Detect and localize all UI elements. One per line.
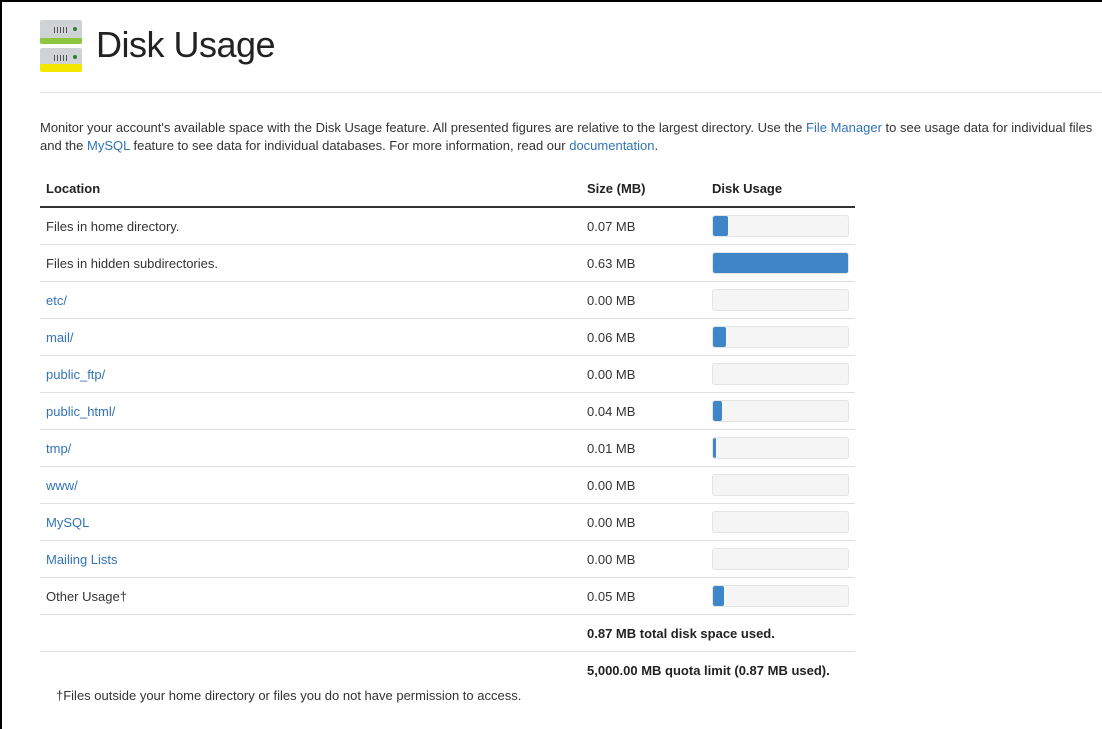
location-link[interactable]: public_ftp/ [46,367,105,382]
location-link[interactable]: tmp/ [46,441,71,456]
usage-bar [712,585,849,607]
usage-bar-fill [713,327,726,347]
table-row: Files in hidden subdirectories. 0.63 MB [40,245,855,282]
location-cell: Files in home directory. [40,219,581,234]
table-body: Files in home directory. 0.07 MB Files in … [40,208,855,615]
quota-limit-text: 5,000.00 MB quota limit (0.87 MB used). [587,662,830,678]
usage-cell [707,400,855,422]
usage-cell [707,215,855,237]
page-title: Disk Usage [96,24,276,65]
size-cell: 0.63 MB [587,255,636,271]
size-cell: 0.04 MB [587,403,636,419]
usage-cell [707,585,855,607]
usage-cell [707,363,855,385]
size-cell: 0.00 MB [587,477,636,493]
server-disk-icon [40,16,82,74]
location-cell: www/ [40,478,581,493]
location-cell: public_ftp/ [40,367,581,382]
usage-cell [707,474,855,496]
table-row: public_ftp/0.00 MB [40,356,855,393]
table-row: etc/0.00 MB [40,282,855,319]
documentation-link[interactable]: documentation [569,138,654,153]
size-cell: 0.00 MB [587,514,636,530]
usage-bar-fill [713,216,728,236]
usage-bar [712,548,849,570]
location-cell: MySQL [40,515,581,530]
size-cell: 0.05 MB [587,588,636,604]
location-cell: public_html/ [40,404,581,419]
usage-bar-fill [713,438,716,458]
location-link[interactable]: www/ [46,478,78,493]
header-size[interactable]: Size (MB) [581,181,707,196]
header-disk-usage: Disk Usage [712,180,783,196]
location-label: Files in home directory. [46,218,180,234]
description-text-4: . [654,138,659,153]
table-row: mail/0.06 MB [40,319,855,356]
size-cell: 0.01 MB [587,440,636,456]
total-usage-text: 0.87 MB total disk space used. [587,625,775,641]
location-cell: etc/ [40,293,581,308]
mysql-link[interactable]: MySQL [87,138,130,153]
usage-bar [712,437,849,459]
header-location[interactable]: Location [40,181,581,196]
table-row: public_html/0.04 MB [40,393,855,430]
table-row: Files in home directory. 0.07 MB [40,208,855,245]
size-cell: 0.07 MB [587,218,636,234]
location-link[interactable]: Mailing Lists [46,552,118,567]
location-cell: Files in hidden subdirectories. [40,256,581,271]
header-divider [40,92,1102,93]
usage-bar [712,400,849,422]
usage-bar-fill [713,586,724,606]
location-cell: Other Usage† [40,589,581,604]
location-cell: tmp/ [40,441,581,456]
file-manager-link[interactable]: File Manager [806,120,882,135]
size-cell: 0.06 MB [587,329,636,345]
location-link[interactable]: mail/ [46,330,73,345]
location-link[interactable]: public_html/ [46,404,115,419]
footnote: †Files outside your home directory or fi… [56,688,522,703]
usage-bar [712,289,849,311]
quota-row: 5,000.00 MB quota limit (0.87 MB used). [40,652,855,688]
table-row: Mailing Lists 0.00 MB [40,541,855,578]
usage-cell [707,437,855,459]
location-label: Other Usage† [46,588,127,604]
usage-bar [712,511,849,533]
usage-bar-fill [713,401,722,421]
usage-bar [712,326,849,348]
location-cell: mail/ [40,330,581,345]
usage-cell [707,326,855,348]
location-cell: Mailing Lists [40,552,581,567]
total-row: 0.87 MB total disk space used. [40,615,855,652]
description-text-1: Monitor your account's available space w… [40,120,807,135]
location-link[interactable]: etc/ [46,293,67,308]
usage-bar-fill [713,253,848,273]
table-row: www/0.00 MB [40,467,855,504]
usage-bar [712,363,849,385]
usage-cell [707,511,855,533]
size-cell: 0.00 MB [587,551,636,567]
page-description: Monitor your account's available space w… [40,119,1095,155]
usage-cell [707,252,855,274]
location-link[interactable]: MySQL [46,515,89,530]
location-label: Files in hidden subdirectories. [46,255,218,271]
usage-bar [712,215,849,237]
table-header: Location Size (MB) Disk Usage [40,170,855,208]
table-row: tmp/0.01 MB [40,430,855,467]
usage-cell [707,289,855,311]
usage-bar [712,252,849,274]
table-row: MySQL 0.00 MB [40,504,855,541]
disk-usage-table: Location Size (MB) Disk Usage Files in h… [40,170,855,688]
table-row: Other Usage† 0.05 MB [40,578,855,615]
description-text-3: feature to see data for individual datab… [129,138,570,153]
page-header: Disk Usage [40,16,276,74]
usage-cell [707,548,855,570]
size-cell: 0.00 MB [587,366,636,382]
usage-bar [712,474,849,496]
size-cell: 0.00 MB [587,292,636,308]
